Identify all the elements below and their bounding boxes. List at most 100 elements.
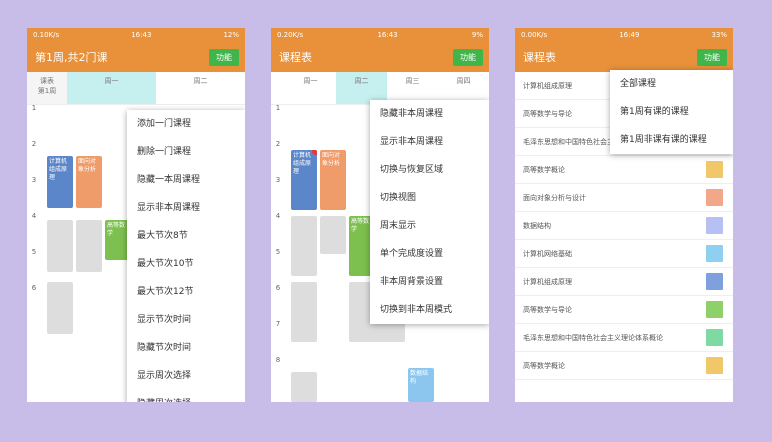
course-name: 毛泽东思想和中国特色社会主义 xyxy=(523,137,621,146)
color-swatch[interactable] xyxy=(706,161,723,178)
function-button[interactable]: 功能 xyxy=(453,48,483,66)
page-title: 课程表 xyxy=(279,51,312,64)
clock: 16:43 xyxy=(131,31,152,39)
phone-screen-3: 0.00K/s 16:49 33% 课程表 功能 计算机组成原理 高等数学与导论… xyxy=(515,28,733,402)
course-name: 计算机组成原理 xyxy=(523,81,572,90)
course-name: 毛泽东思想和中国特色社会主义理论体系概论 xyxy=(523,333,663,342)
course-name: 数据结构 xyxy=(523,221,551,230)
timetable-grid: 周一 周二 周三 周四 12345678 计算机组成原理 面向对象分析 高等数学… xyxy=(271,72,489,402)
list-item[interactable]: 计算机网络基础 xyxy=(515,240,733,268)
course-name: 计算机网络基础 xyxy=(523,249,572,258)
course-block[interactable] xyxy=(291,372,317,402)
page-title: 课程表 xyxy=(523,51,556,64)
list-item[interactable]: 高等数学概论 xyxy=(515,352,733,380)
list-item[interactable]: 数据结构 xyxy=(515,212,733,240)
color-swatch[interactable] xyxy=(706,301,723,318)
menu-item[interactable]: 切换与恢复区域 xyxy=(370,156,489,184)
color-swatch[interactable] xyxy=(706,245,723,262)
color-swatch[interactable] xyxy=(706,357,723,374)
status-bar: 0.00K/s 16:49 33% xyxy=(515,28,733,42)
menu-item[interactable]: 第1周非课有课的课程 xyxy=(610,126,733,154)
color-swatch[interactable] xyxy=(706,189,723,206)
course-name: 高等数学与导论 xyxy=(523,109,572,118)
color-swatch[interactable] xyxy=(706,217,723,234)
course-name: 高等数学概论 xyxy=(523,361,565,370)
app-bar: 第1周,共2门课 功能 xyxy=(27,42,245,72)
course-name: 面向对象分析与设计 xyxy=(523,193,586,202)
course-block[interactable]: 计算机组成原理 xyxy=(47,156,73,208)
list-item[interactable]: 高等数学概论 xyxy=(515,156,733,184)
course-block[interactable]: 数据结构 xyxy=(408,368,434,402)
page-title: 第1周,共2门课 xyxy=(35,51,108,64)
phone-screen-1: 0.10K/s 16:43 12% 第1周,共2门课 功能 课表 第1周 周一 … xyxy=(27,28,245,402)
course-block[interactable] xyxy=(291,282,317,342)
filter-menu: 全部课程 第1周有课的课程 第1周非课有课的课程 xyxy=(610,70,733,154)
color-swatch[interactable] xyxy=(706,273,723,290)
course-name: 高等数学与导论 xyxy=(523,305,572,314)
week-number: 第1周 xyxy=(37,87,57,95)
menu-item[interactable]: 周末显示 xyxy=(370,212,489,240)
course-name: 计算机组成原理 xyxy=(523,277,572,286)
menu-item[interactable]: 隐藏周次选择 xyxy=(127,390,245,402)
list-item[interactable]: 毛泽东思想和中国特色社会主义理论体系概论 xyxy=(515,324,733,352)
menu-item[interactable]: 最大节次12节 xyxy=(127,278,245,306)
menu-item[interactable]: 最大节次8节 xyxy=(127,222,245,250)
list-item[interactable]: 面向对象分析与设计 xyxy=(515,184,733,212)
conflict-badge xyxy=(312,150,317,155)
status-bar: 0.20K/s 16:43 9% xyxy=(271,28,489,42)
app-bar: 课程表 功能 xyxy=(271,42,489,72)
list-item[interactable]: 计算机组成原理 xyxy=(515,268,733,296)
period-column: 12345678 xyxy=(275,104,281,364)
network-speed: 0.00K/s xyxy=(521,31,548,39)
menu-item[interactable]: 隐藏一本周课程 xyxy=(127,166,245,194)
battery-level: 33% xyxy=(711,31,727,39)
menu-item[interactable]: 显示节次时间 xyxy=(127,306,245,334)
clock: 16:49 xyxy=(619,31,640,39)
menu-item[interactable]: 添加一门课程 xyxy=(127,110,245,138)
menu-item[interactable]: 显示非本周课程 xyxy=(370,128,489,156)
list-item[interactable]: 高等数学与导论 xyxy=(515,296,733,324)
day-header: 周一 xyxy=(67,72,156,104)
week-selector[interactable]: 课表 第1周 xyxy=(27,72,67,104)
network-speed: 0.20K/s xyxy=(277,31,304,39)
app-bar: 课程表 功能 xyxy=(515,42,733,72)
course-block[interactable]: 面向对象分析 xyxy=(76,156,102,208)
menu-item[interactable]: 最大节次10节 xyxy=(127,250,245,278)
phone-screen-2: 0.20K/s 16:43 9% 课程表 功能 周一 周二 周三 周四 1234… xyxy=(271,28,489,402)
course-block[interactable] xyxy=(76,220,102,272)
battery-level: 12% xyxy=(223,31,239,39)
course-block[interactable] xyxy=(320,216,346,254)
function-button[interactable]: 功能 xyxy=(697,48,727,66)
menu-item[interactable]: 第1周有课的课程 xyxy=(610,98,733,126)
function-menu: 隐藏非本周课程 显示非本周课程 切换与恢复区域 切换视图 周末显示 单个完成度设… xyxy=(370,100,489,324)
clock: 16:43 xyxy=(377,31,398,39)
menu-item[interactable]: 全部课程 xyxy=(610,70,733,98)
status-bar: 0.10K/s 16:43 12% xyxy=(27,28,245,42)
menu-item[interactable]: 单个完成度设置 xyxy=(370,240,489,268)
course-block[interactable] xyxy=(47,282,73,334)
menu-item[interactable]: 切换视图 xyxy=(370,184,489,212)
course-name: 高等数学概论 xyxy=(523,165,565,174)
menu-item[interactable]: 显示非本周课程 xyxy=(127,194,245,222)
day-header: 周二 xyxy=(193,77,208,85)
menu-item[interactable]: 显示周次选择 xyxy=(127,362,245,390)
day-header: 周一 xyxy=(303,77,318,85)
menu-item[interactable]: 切换到非本周模式 xyxy=(370,296,489,324)
course-block[interactable] xyxy=(291,216,317,276)
week-header: 课表 第1周 周一 周二 xyxy=(27,72,245,105)
course-block[interactable]: 计算机组成原理 xyxy=(291,150,317,210)
function-menu: 添加一门课程 删除一门课程 隐藏一本周课程 显示非本周课程 最大节次8节 最大节… xyxy=(127,110,245,402)
course-block[interactable] xyxy=(47,220,73,272)
color-swatch[interactable] xyxy=(706,329,723,346)
menu-item[interactable]: 删除一门课程 xyxy=(127,138,245,166)
function-button[interactable]: 功能 xyxy=(209,48,239,66)
menu-item[interactable]: 隐藏非本周课程 xyxy=(370,100,489,128)
network-speed: 0.10K/s xyxy=(33,31,60,39)
menu-item[interactable]: 非本周背景设置 xyxy=(370,268,489,296)
timetable-grid: 课表 第1周 周一 周二 123456 计算机组成原理 面向对象分析 高等数学 … xyxy=(27,72,245,402)
period-column: 123456 xyxy=(31,104,37,292)
week-label: 课表 xyxy=(40,77,54,85)
menu-item[interactable]: 隐藏节次时间 xyxy=(127,334,245,362)
course-block[interactable]: 面向对象分析 xyxy=(320,150,346,210)
battery-level: 9% xyxy=(471,31,483,39)
